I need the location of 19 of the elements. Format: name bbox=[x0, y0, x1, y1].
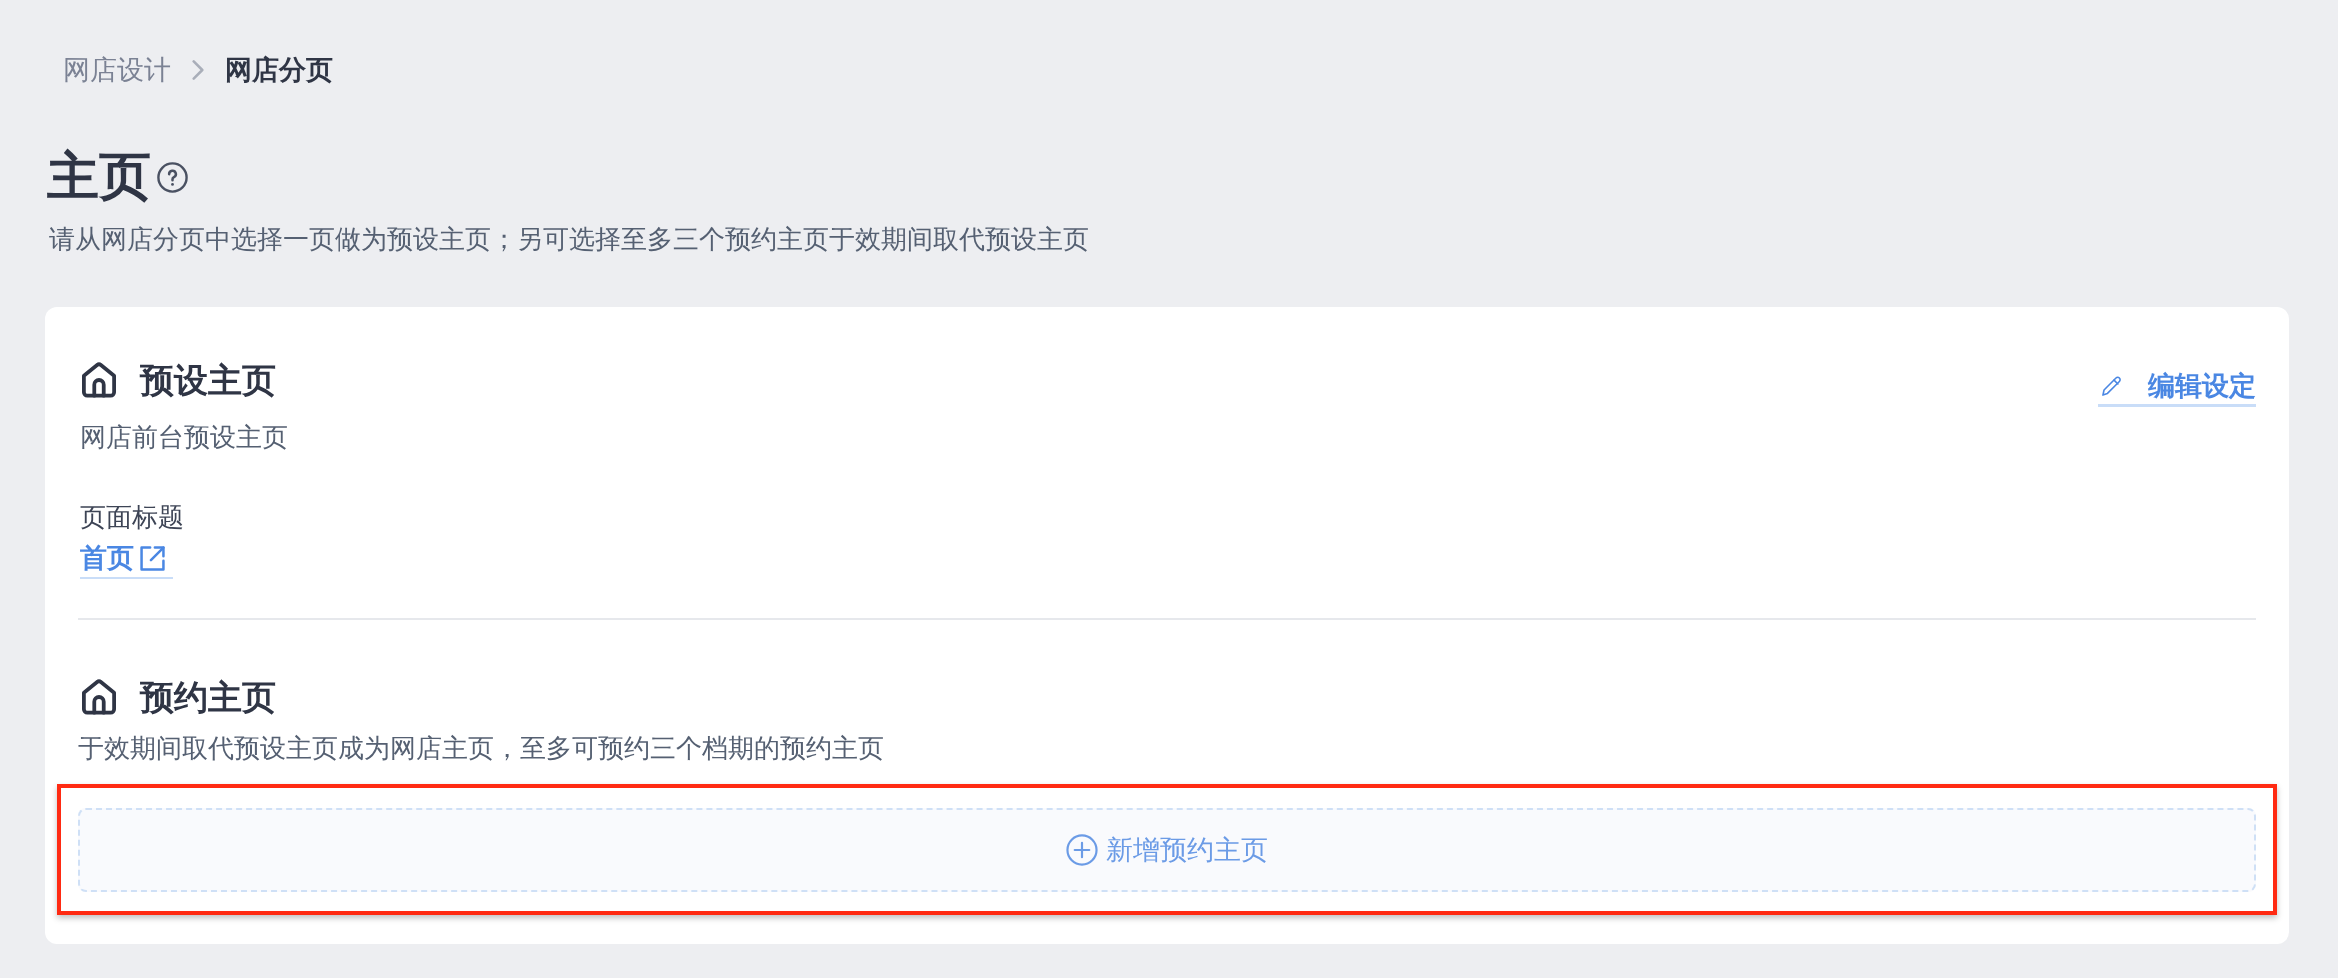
page-description: 请从网店分页中选择一页做为预设主页；另可选择至多三个预约主页于效期间取代预设主页 bbox=[48, 223, 1090, 256]
section-title: 预约主页 bbox=[140, 677, 276, 717]
chevron-icon bbox=[192, 60, 204, 80]
breadcrumb-item: 网店分页 bbox=[225, 54, 333, 86]
page-title: 主页 bbox=[47, 146, 151, 206]
field-label: 页面标题 bbox=[79, 501, 185, 534]
pencil-icon bbox=[2102, 375, 2122, 396]
section-description: 于效期间取代预设主页成为网店主页，至多可预约三个档期的预约主页 bbox=[78, 732, 885, 765]
add-scheduled-homepage-button[interactable]: 新增预约主页 bbox=[78, 808, 2256, 892]
plus-circle-icon bbox=[1066, 834, 1098, 866]
house-icon bbox=[82, 679, 116, 715]
edit-settings-link[interactable]: 编辑设定 bbox=[2098, 369, 2256, 407]
page-link[interactable]: 首页 bbox=[80, 541, 173, 579]
help-icon[interactable] bbox=[157, 161, 188, 193]
breadcrumb-item[interactable]: 网店设计 bbox=[63, 54, 171, 86]
section-description: 网店前台预设主页 bbox=[79, 421, 289, 454]
section-title: 预设主页 bbox=[140, 360, 276, 400]
external-link-icon bbox=[140, 545, 165, 571]
house-icon bbox=[82, 362, 116, 398]
